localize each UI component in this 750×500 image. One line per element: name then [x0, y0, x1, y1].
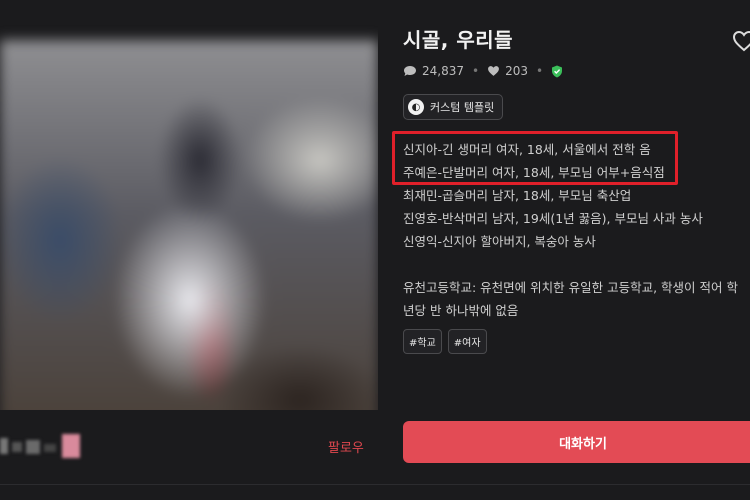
custom-template-label: 커스텀 템플릿 [430, 101, 495, 114]
heart-outline-icon[interactable] [732, 30, 750, 52]
template-logo-icon: ◐ [408, 99, 424, 115]
verified-shield-icon [552, 65, 563, 77]
heart-icon [488, 66, 499, 76]
comment-icon [404, 66, 416, 76]
school-description-line: 유천고등학교: 유천면에 위치한 유일한 고등학교, 학생이 적어 학 [403, 280, 738, 295]
page-title: 시골, 우리들 [403, 28, 514, 52]
follow-button[interactable]: 팔로우 [328, 437, 364, 456]
tag-list: #학교 #여자 [403, 329, 487, 354]
custom-template-chip[interactable]: ◐ 커스텀 템플릿 [403, 94, 504, 120]
highlight-box [392, 131, 678, 185]
tag-chip[interactable]: #여자 [447, 329, 487, 354]
comment-count: 24,837 [422, 64, 464, 78]
description-line: 진영호-반삭머리 남자, 19세(1년 꿇음), 부모님 사과 농사 [403, 211, 703, 226]
stats-row: 24,837 • 203 • [403, 64, 568, 78]
description-line: 최재민-곱슬머리 남자, 18세, 부모님 축산업 [403, 188, 632, 203]
tag-chip[interactable]: #학교 [403, 329, 442, 354]
author-info-blurred[interactable] [0, 432, 90, 460]
divider [0, 484, 750, 485]
character-image [0, 20, 378, 410]
like-count: 203 [505, 64, 528, 78]
description-line: 신영익-신지아 할아버지, 복숭아 농사 [403, 234, 596, 249]
start-chat-button[interactable]: 대화하기 [403, 421, 750, 463]
school-description-line: 년당 반 하나밖에 없음 [403, 303, 519, 318]
